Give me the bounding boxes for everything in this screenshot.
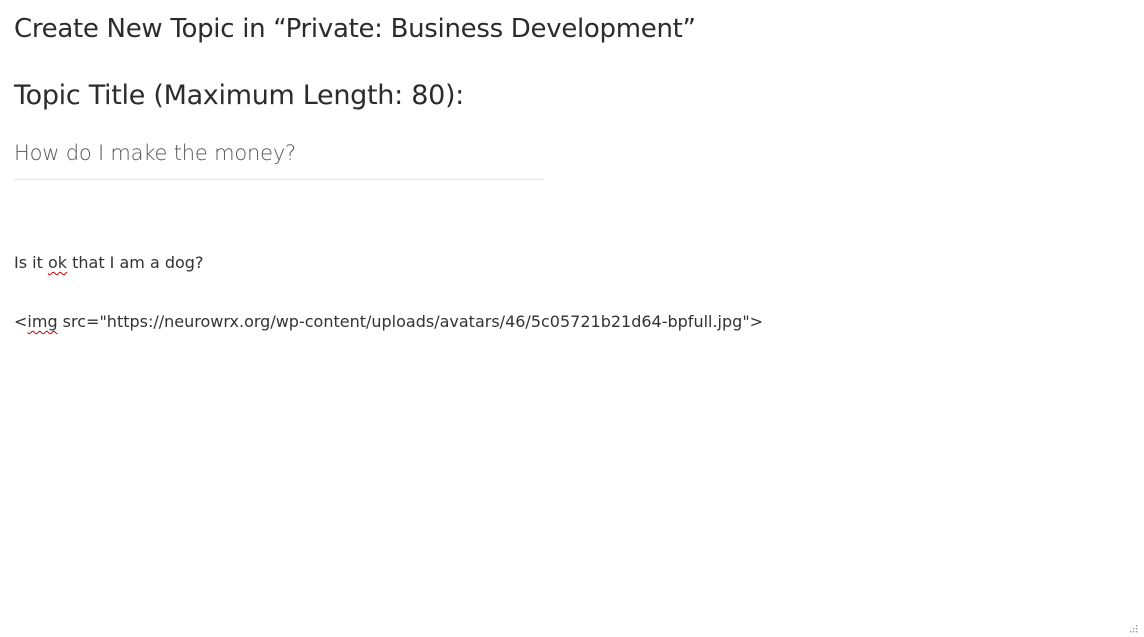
editor-line: <img src="https://neurowrx.org/wp-conten… bbox=[14, 312, 763, 331]
topic-title-input[interactable] bbox=[14, 132, 544, 180]
editor-text: src="https://neurowrx.org/wp-content/upl… bbox=[57, 312, 764, 331]
misspelled-word[interactable]: ok bbox=[48, 253, 67, 272]
resize-grip-icon[interactable] bbox=[1128, 623, 1138, 633]
editor-text: < bbox=[14, 312, 28, 331]
editor-line: Is it ok that I am a dog? bbox=[14, 253, 203, 272]
page-heading: Create New Topic in “Private: Business D… bbox=[14, 14, 696, 44]
misspelled-word[interactable]: img bbox=[27, 312, 57, 331]
topic-title-label: Topic Title (Maximum Length: 80): bbox=[14, 80, 464, 111]
editor-text: Is it bbox=[14, 253, 48, 272]
new-topic-page: Create New Topic in “Private: Business D… bbox=[0, 0, 1144, 637]
editor-text: that I am a dog? bbox=[67, 253, 204, 272]
topic-content-editor[interactable]: Is it ok that I am a dog? <img src="http… bbox=[14, 244, 1124, 614]
